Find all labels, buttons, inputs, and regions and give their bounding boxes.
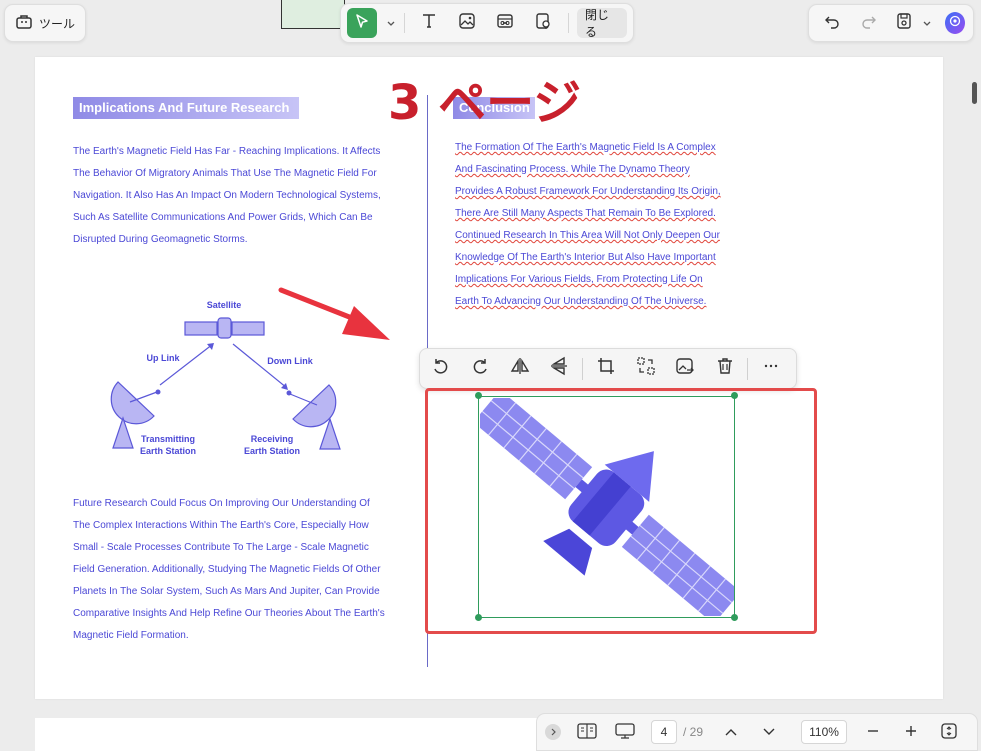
- image-selection-frame[interactable]: [478, 396, 735, 618]
- watermark-tool-button[interactable]: [528, 8, 558, 38]
- save-icon: [895, 12, 913, 35]
- resize-handle-bottom-left[interactable]: [475, 614, 482, 621]
- text-tool-button[interactable]: [413, 8, 443, 38]
- plus-icon: [905, 725, 917, 740]
- image-edit-toolbar: [419, 348, 797, 389]
- rotate-right-button[interactable]: [466, 354, 496, 384]
- save-button[interactable]: [892, 8, 916, 38]
- implications-paragraph: The Earth's Magnetic Field Has Far - Rea…: [73, 146, 381, 245]
- export-image-icon: [675, 356, 695, 381]
- zoom-out-button[interactable]: [861, 720, 885, 744]
- zoom-in-button[interactable]: [899, 720, 923, 744]
- diagram-receiving-label-2: Earth Station: [244, 446, 300, 456]
- diagram-down-link-label: Down Link: [267, 356, 313, 366]
- minus-icon: [867, 725, 879, 740]
- toolbar-divider: [747, 357, 749, 380]
- image-icon: [458, 12, 476, 35]
- crop-button[interactable]: [591, 354, 621, 384]
- redo-button[interactable]: [854, 8, 883, 38]
- stamp-icon: [534, 12, 552, 35]
- ai-assistant-icon: [948, 14, 962, 33]
- redo-icon: [861, 13, 877, 34]
- conclusion-paragraph: The Formation Of The Earth's Magnetic Fi…: [455, 142, 721, 307]
- presentation-icon: [614, 722, 636, 743]
- total-pages: / 29: [683, 725, 704, 739]
- save-dropdown[interactable]: [922, 14, 933, 32]
- diagram-satellite-icon: [184, 317, 265, 339]
- toolbar-divider: [582, 357, 584, 380]
- page-number-annotation: 3 ページ: [388, 75, 582, 131]
- rotate-right-icon: [470, 356, 490, 381]
- ai-assistant-button[interactable]: [944, 12, 965, 34]
- diagram-transmitting-label-2: Earth Station: [140, 446, 196, 456]
- toolbar-divider: [568, 13, 570, 33]
- zoom-level-input[interactable]: 110%: [801, 720, 848, 744]
- red-arrow-annotation: [278, 287, 390, 340]
- chevron-down-icon: [923, 14, 931, 32]
- undo-button[interactable]: [817, 8, 846, 38]
- image-tool-button[interactable]: [452, 8, 482, 38]
- previous-page-peek: [281, 0, 345, 29]
- text-icon: [420, 12, 438, 35]
- diagram-up-link-label: Up Link: [147, 353, 181, 363]
- chevron-down-icon: [387, 14, 395, 32]
- cursor-icon: [354, 13, 370, 34]
- delete-image-button[interactable]: [710, 354, 740, 384]
- diagram-satellite-label: Satellite: [207, 300, 242, 310]
- toolbox-icon: [15, 13, 33, 34]
- chevron-up-icon: [725, 725, 737, 739]
- trash-icon: [715, 356, 735, 381]
- rotate-left-button[interactable]: [426, 354, 456, 384]
- tools-label: ツール: [39, 16, 76, 31]
- resize-handle-top-left[interactable]: [475, 392, 482, 399]
- expand-panel-button[interactable]: [545, 724, 561, 740]
- undo-icon: [824, 13, 840, 34]
- flip-vertical-button[interactable]: [545, 354, 575, 384]
- link-tool-button[interactable]: [490, 8, 520, 38]
- vertical-scrollbar[interactable]: [972, 82, 977, 104]
- future-research-paragraph: Future Research Could Focus On Improving…: [73, 498, 385, 641]
- replace-icon: [636, 356, 656, 381]
- more-icon: [761, 356, 781, 381]
- previous-page-button[interactable]: [719, 720, 743, 744]
- fit-page-button[interactable]: [937, 720, 961, 744]
- extract-image-button[interactable]: [670, 354, 700, 384]
- chevron-right-icon: [549, 725, 557, 739]
- crop-icon: [596, 356, 616, 381]
- flip-horizontal-button[interactable]: [505, 354, 535, 384]
- bottom-navigation-bar: 4 / 29 110%: [536, 713, 978, 751]
- more-options-button[interactable]: [756, 354, 786, 384]
- flip-horizontal-icon: [510, 356, 530, 381]
- chevron-down-icon: [763, 725, 775, 739]
- rotate-left-icon: [431, 356, 451, 381]
- page-layout-button[interactable]: [575, 720, 599, 744]
- flip-vertical-icon: [549, 356, 569, 381]
- toolbar-divider: [404, 13, 406, 33]
- receiving-dish-icon: [286, 384, 341, 450]
- link-icon: [496, 12, 514, 35]
- select-tool-button[interactable]: [347, 8, 378, 38]
- page-number-input[interactable]: 4: [651, 720, 677, 744]
- tools-button[interactable]: ツール: [4, 4, 86, 42]
- close-edit-button[interactable]: 閉じる: [577, 8, 627, 39]
- implications-heading: Implications And Future Research: [73, 97, 299, 119]
- resize-handle-bottom-right[interactable]: [731, 614, 738, 621]
- diagram-receiving-label: Receiving: [251, 434, 294, 444]
- fit-page-icon: [940, 722, 958, 743]
- presentation-button[interactable]: [613, 720, 637, 744]
- diagram-transmitting-label: Transmitting: [141, 434, 195, 444]
- resize-handle-top-right[interactable]: [731, 392, 738, 399]
- next-page-button[interactable]: [757, 720, 781, 744]
- replace-image-button[interactable]: [631, 354, 661, 384]
- edit-toolbar: 閉じる: [340, 3, 634, 43]
- book-icon: [577, 722, 597, 743]
- select-tool-dropdown[interactable]: [385, 14, 396, 32]
- history-toolbar: [808, 4, 974, 42]
